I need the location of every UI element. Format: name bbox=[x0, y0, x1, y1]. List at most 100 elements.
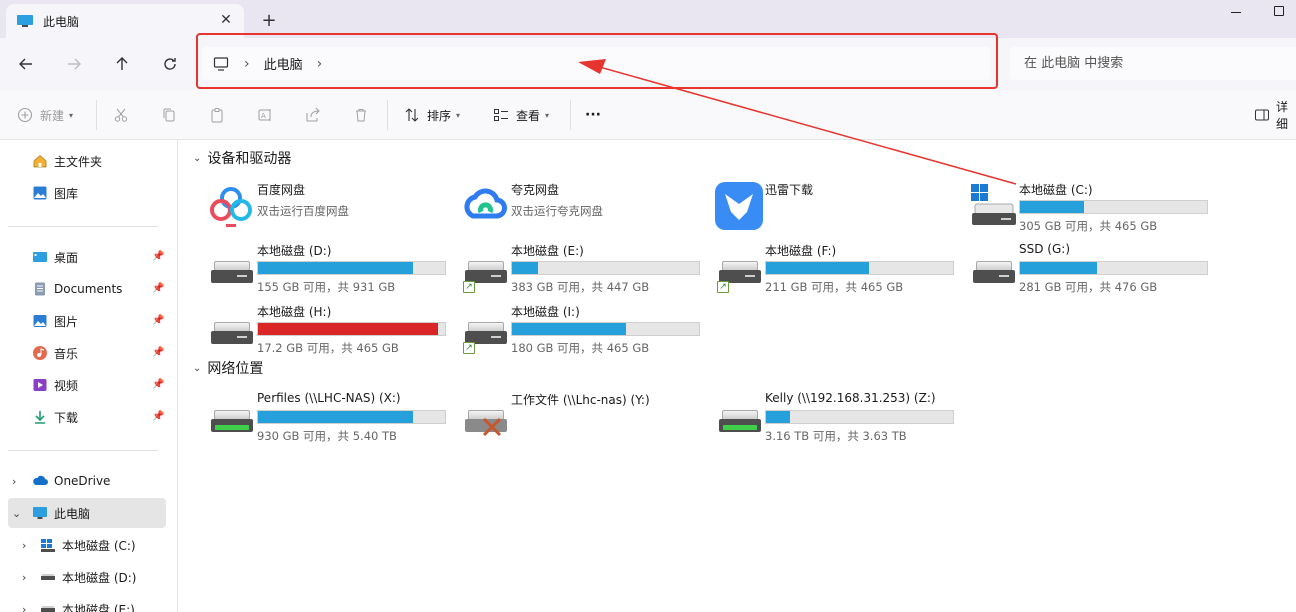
group-header-network[interactable]: ⌄ 网络位置 bbox=[193, 358, 263, 378]
drive-tile-c[interactable]: 本地磁盘 (C:) 305 GB 可用，共 465 GB bbox=[967, 178, 1215, 236]
paste-button[interactable] bbox=[208, 104, 232, 126]
drive-name: 本地磁盘 (I:) bbox=[511, 305, 580, 319]
sidebar-label: 音乐 bbox=[54, 346, 79, 361]
forward-button[interactable] bbox=[60, 50, 88, 78]
share-button[interactable] bbox=[304, 104, 328, 126]
sidebar-item-documents[interactable]: Documents 📌 bbox=[8, 274, 166, 304]
app-name: 夸克网盘 bbox=[511, 183, 560, 197]
sidebar-item-gallery[interactable]: 图库 bbox=[8, 178, 166, 208]
drive-tile-g[interactable]: SSD (G:) 281 GB 可用，共 476 GB bbox=[967, 239, 1215, 297]
delete-button[interactable] bbox=[352, 104, 376, 126]
drive-tile-h[interactable]: 本地磁盘 (H:) 17.2 GB 可用，共 465 GB bbox=[205, 300, 453, 358]
details-label: 详细 bbox=[1276, 100, 1289, 131]
up-button[interactable] bbox=[108, 50, 136, 78]
drive-space-info: 305 GB 可用，共 465 GB bbox=[1019, 219, 1158, 233]
pin-icon[interactable]: 📌 bbox=[152, 347, 164, 359]
network-drive-tile-x[interactable]: Perfiles (\\LHC-NAS) (X:) 930 GB 可用，共 5.… bbox=[205, 388, 453, 446]
chevron-down-icon: ⌄ bbox=[193, 152, 202, 164]
arrow-up-icon bbox=[116, 57, 128, 70]
sidebar-item-home[interactable]: 主文件夹 bbox=[8, 146, 166, 176]
sidebar-item-pictures[interactable]: 图片 📌 bbox=[8, 306, 166, 336]
sidebar-item-desktop[interactable]: 桌面 📌 bbox=[8, 242, 166, 272]
refresh-button[interactable] bbox=[156, 50, 184, 78]
usage-bar bbox=[511, 261, 700, 275]
chevron-right-icon[interactable]: › bbox=[22, 539, 26, 552]
rename-icon: A bbox=[256, 106, 274, 124]
usage-bar-fill bbox=[512, 262, 539, 274]
plus-circle-icon bbox=[16, 106, 34, 124]
usage-bar bbox=[1019, 261, 1208, 275]
drive-name: 本地磁盘 (H:) bbox=[257, 305, 332, 319]
group-header-devices[interactable]: ⌄ 设备和驱动器 bbox=[193, 148, 291, 168]
divider bbox=[8, 450, 158, 451]
divider bbox=[570, 100, 571, 130]
sidebar-item-downloads[interactable]: 下载 📌 bbox=[8, 402, 166, 432]
quark-netdisk-icon bbox=[461, 182, 509, 230]
new-tab-button[interactable]: + bbox=[258, 10, 280, 32]
divider bbox=[387, 100, 388, 130]
drive-tile-f[interactable]: ↗ 本地磁盘 (F:) 211 GB 可用，共 465 GB bbox=[713, 239, 961, 297]
maximize-button[interactable] bbox=[1274, 6, 1284, 16]
chevron-right-icon[interactable]: › bbox=[22, 603, 26, 612]
network-drive-tile-z[interactable]: Kelly (\\192.168.31.253) (Z:) 3.16 TB 可用… bbox=[713, 388, 961, 446]
copy-icon bbox=[160, 106, 178, 124]
pin-icon[interactable]: 📌 bbox=[152, 411, 164, 423]
video-icon bbox=[32, 377, 48, 393]
chevron-right-icon[interactable]: › bbox=[22, 571, 26, 584]
xunlei-icon bbox=[715, 182, 763, 230]
desktop-icon bbox=[32, 249, 48, 265]
back-button[interactable] bbox=[12, 50, 40, 78]
drive-icon bbox=[969, 243, 1017, 291]
share-badge-icon: ↗ bbox=[717, 281, 729, 293]
details-pane-button[interactable]: 详细 bbox=[1254, 100, 1296, 131]
network-drive-tile-y[interactable]: 工作文件 (\\Lhc-nas) (Y:) bbox=[459, 388, 707, 446]
copy-button[interactable] bbox=[160, 104, 184, 126]
usage-bar-fill bbox=[258, 262, 414, 274]
chevron-down-icon: ▾ bbox=[69, 110, 74, 120]
drive-icon bbox=[40, 601, 56, 612]
pin-icon[interactable]: 📌 bbox=[152, 315, 164, 327]
sidebar-label: 本地磁盘 (D:) bbox=[62, 570, 137, 585]
usage-bar bbox=[257, 410, 446, 424]
sidebar-item-drive-e[interactable]: › 本地磁盘 (E:) bbox=[8, 594, 166, 612]
drive-icon bbox=[40, 569, 56, 585]
sidebar-label: Documents bbox=[54, 282, 123, 296]
pin-icon[interactable]: 📌 bbox=[152, 379, 164, 391]
sidebar-item-videos[interactable]: 视频 📌 bbox=[8, 370, 166, 400]
cut-button[interactable] bbox=[112, 104, 136, 126]
app-tile-xunlei[interactable]: 迅雷下载 bbox=[713, 178, 961, 236]
close-icon[interactable]: ✕ bbox=[218, 12, 234, 28]
drive-tile-i[interactable]: ↗ 本地磁盘 (I:) 180 GB 可用，共 465 GB bbox=[459, 300, 707, 358]
sort-button[interactable]: 排序 ▾ bbox=[403, 104, 460, 126]
minimize-button[interactable] bbox=[1226, 4, 1246, 20]
sidebar-label: 下载 bbox=[54, 410, 79, 425]
disconnected-x-icon bbox=[482, 417, 502, 437]
scissors-icon bbox=[112, 106, 130, 124]
usage-bar bbox=[257, 261, 446, 275]
app-tile-quark[interactable]: 夸克网盘 双击运行夸克网盘 bbox=[459, 178, 707, 236]
drive-space-info: 155 GB 可用，共 931 GB bbox=[257, 280, 396, 294]
view-button[interactable]: 查看 ▾ bbox=[492, 104, 549, 126]
sidebar-item-onedrive[interactable]: › OneDrive bbox=[8, 466, 166, 496]
sidebar-item-drive-c[interactable]: › 本地磁盘 (C:) bbox=[8, 530, 166, 560]
sidebar-item-drive-d[interactable]: › 本地磁盘 (D:) bbox=[8, 562, 166, 592]
drive-space-info: 17.2 GB 可用，共 465 GB bbox=[257, 341, 399, 355]
pin-icon[interactable]: 📌 bbox=[152, 283, 164, 295]
new-button[interactable]: 新建 ▾ bbox=[16, 104, 73, 126]
drive-name: SSD (G:) bbox=[1019, 242, 1070, 256]
drive-tile-e[interactable]: ↗ 本地磁盘 (E:) 383 GB 可用，共 447 GB bbox=[459, 239, 707, 297]
drive-name: 工作文件 (\\Lhc-nas) (Y:) bbox=[511, 393, 650, 407]
chevron-right-icon[interactable]: › bbox=[12, 475, 16, 488]
sidebar-item-this-pc[interactable]: ⌄ 此电脑 bbox=[8, 498, 166, 528]
sidebar-item-music[interactable]: 音乐 📌 bbox=[8, 338, 166, 368]
drive-tile-d[interactable]: 本地磁盘 (D:) 155 GB 可用，共 931 GB bbox=[205, 239, 453, 297]
chevron-down-icon[interactable]: ⌄ bbox=[12, 507, 21, 520]
search-input[interactable]: 在 此电脑 中搜索 bbox=[1010, 47, 1296, 80]
pin-icon[interactable]: 📌 bbox=[152, 251, 164, 263]
drive-space-info: 211 GB 可用，共 465 GB bbox=[765, 280, 904, 294]
sidebar-label: 图片 bbox=[54, 314, 79, 329]
app-tile-baidu[interactable]: 百度网盘 双击运行百度网盘 bbox=[205, 178, 453, 236]
more-options-button[interactable]: ··· bbox=[585, 104, 601, 126]
rename-button[interactable]: A bbox=[256, 104, 280, 126]
pictures-icon bbox=[32, 313, 48, 329]
